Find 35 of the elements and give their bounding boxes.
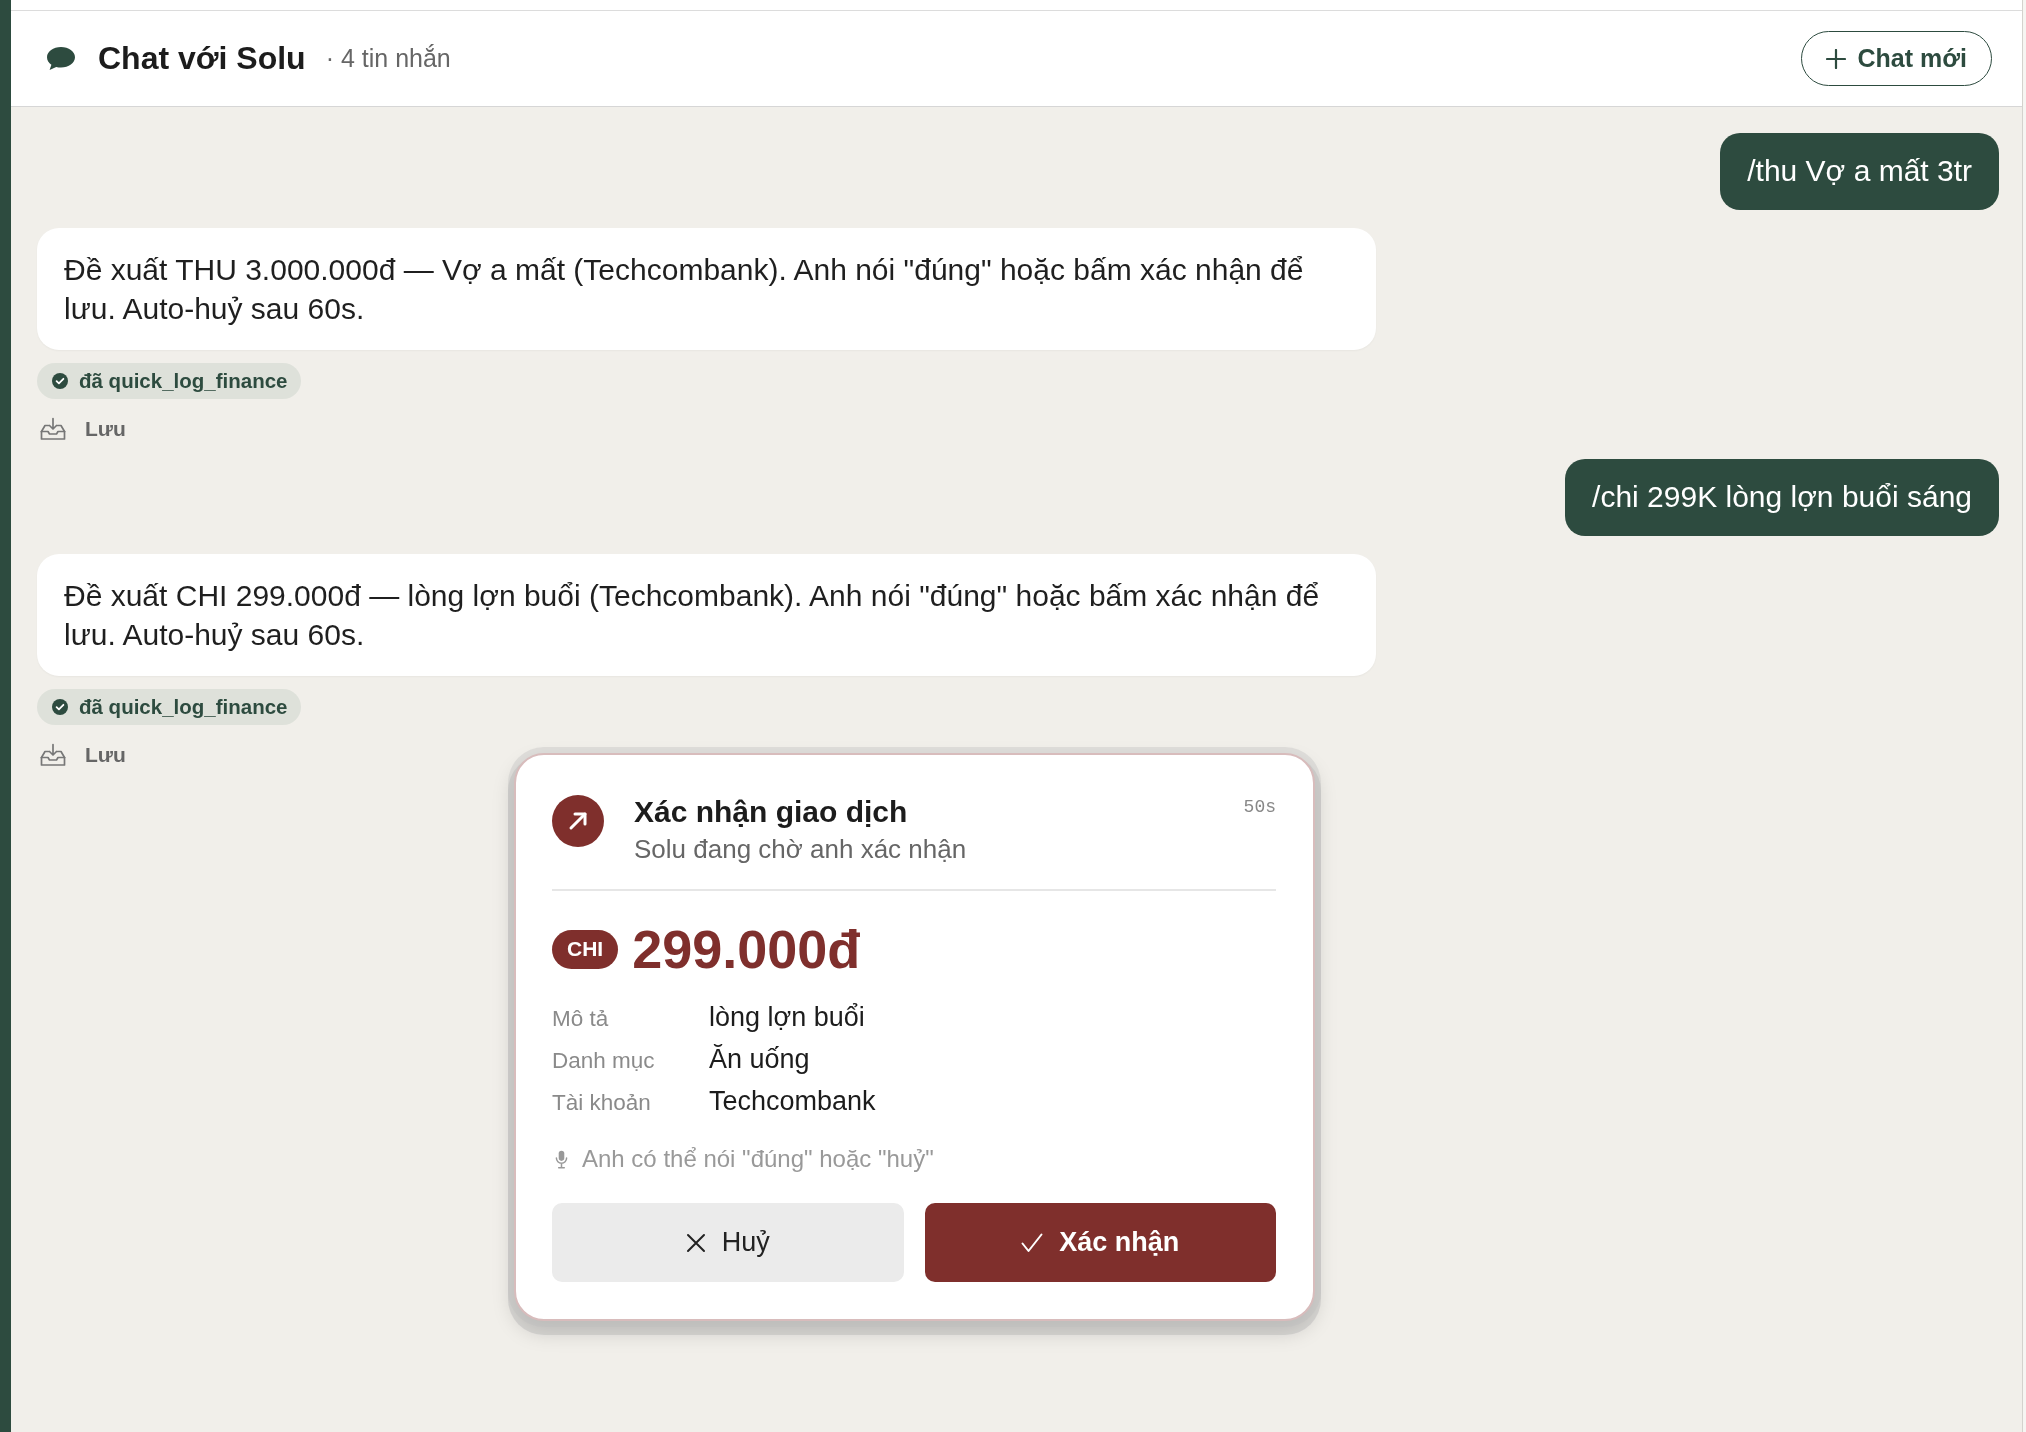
- detail-label: Mô tả: [552, 1005, 609, 1033]
- assistant-message-bubble: Đề xuất THU 3.000.000đ — Vợ a mất (Techcombank). Anh nói "đúng" hoặc bấm xác nhận để lưu. Auto-huỷ sau 60s.: [37, 228, 1376, 350]
- confirm-button[interactable]: Xác nhận: [924, 1203, 1276, 1282]
- save-button[interactable]: Lưu: [40, 743, 126, 767]
- check-circle-icon: [52, 699, 68, 715]
- microphone-icon: [555, 1149, 568, 1169]
- message-count: · 4 tin nhắn: [325, 44, 451, 73]
- cancel-button[interactable]: Huỷ: [552, 1203, 904, 1282]
- dialog-subtitle: Solu đang chờ anh xác nhận: [634, 833, 967, 865]
- tool-status-text: đã quick_log_finance: [79, 695, 288, 719]
- countdown-timer: 50s: [1243, 797, 1276, 817]
- detail-label: Tài khoản: [552, 1089, 651, 1117]
- detail-value: Techcombank: [709, 1085, 876, 1117]
- user-message-bubble: /chi 299K lòng lợn buổi sáng: [1565, 459, 1999, 536]
- chat-title: Chat với Solu: [98, 40, 306, 77]
- assistant-message-bubble: Đề xuất CHI 299.000đ — lòng lợn buổi (Techcombank). Anh nói "đúng" hoặc bấm xác nhận để lưu. Auto-huỷ sau 60s.: [37, 554, 1376, 676]
- plus-icon: [1825, 48, 1846, 69]
- detail-value: Ăn uống: [709, 1043, 810, 1075]
- new-chat-button[interactable]: Chat mới: [1800, 31, 1992, 86]
- amount-text: 299.000đ: [632, 919, 861, 979]
- voice-hint-text: Anh có thể nói "đúng" hoặc "huỷ": [582, 1145, 934, 1173]
- tray-download-icon: [40, 743, 66, 767]
- tool-status-text: đã quick_log_finance: [79, 369, 288, 393]
- arrow-up-right-icon: [552, 795, 604, 847]
- check-icon: [1021, 1232, 1044, 1253]
- detail-value: lòng lợn buổi: [709, 1001, 865, 1033]
- close-icon: [685, 1232, 706, 1253]
- user-message-bubble: /thu Vợ a mất 3tr: [1720, 133, 1999, 210]
- tray-download-icon: [40, 417, 66, 441]
- speech-bubble-icon: [46, 46, 76, 71]
- transaction-type-tag: CHI: [552, 929, 619, 969]
- detail-label: Danh mục: [552, 1047, 655, 1075]
- check-circle-icon: [52, 373, 68, 389]
- dialog-title: Xác nhận giao dịch: [634, 795, 909, 829]
- save-button[interactable]: Lưu: [40, 417, 126, 441]
